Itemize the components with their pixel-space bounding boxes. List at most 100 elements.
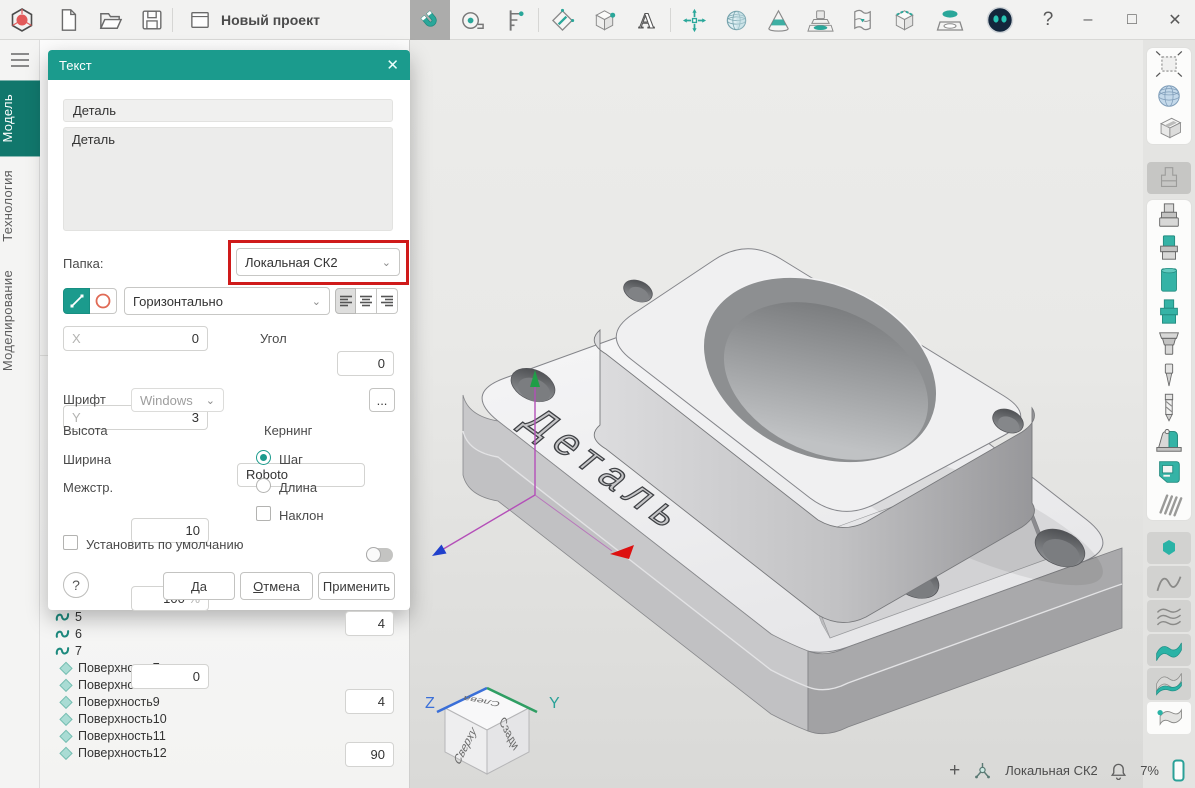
folder-dropdown[interactable]: Локальная СК2 ⌄ [236,248,400,276]
curve-button[interactable] [1147,566,1191,598]
dialog-titlebar[interactable]: Текст ✕ [48,50,410,80]
help-button[interactable]: ? [1028,0,1068,40]
sidebar-tab-modeling[interactable]: Моделирование [0,256,40,385]
assistant-button[interactable] [980,0,1020,40]
slant-checkbox[interactable] [256,506,271,521]
measure-tape-button[interactable] [452,0,492,40]
sketch-tool-button[interactable] [542,0,582,40]
circle-mode-button[interactable] [90,288,117,314]
app-logo[interactable] [2,0,42,40]
open-folder-icon [97,7,124,34]
close-button[interactable]: ✕ [1155,0,1195,40]
cylinder-step-button[interactable] [1147,200,1191,232]
waves-outline-button[interactable] [1147,600,1191,632]
default-checkbox[interactable] [63,535,78,550]
add-cs-button[interactable]: + [949,760,960,782]
cylinder-teal-step-button[interactable] [1147,296,1191,328]
cylinder-teal-top-button[interactable] [1147,232,1191,264]
view-cube[interactable]: Z Y Слева Сверху Сзади [415,650,575,788]
stitch-tool-button[interactable] [884,0,924,40]
sidebar-tab-technology[interactable]: Технология [0,156,40,256]
minimize-button[interactable]: – [1068,0,1108,40]
font-system-dropdown[interactable]: Windows ⌄ [131,388,224,412]
drill-bit-button[interactable] [1147,392,1191,424]
dialog-close-icon[interactable]: ✕ [386,56,399,74]
step-field[interactable]: 4 [345,611,394,636]
text-content-area[interactable]: Деталь [63,127,393,231]
width-label: Ширина [63,452,111,467]
height-label: Высота [63,423,108,438]
save-button[interactable] [132,0,172,40]
direction-dropdown[interactable]: Горизонтально ⌄ [124,287,330,315]
surface-sheet-button[interactable] [842,0,882,40]
feature-ghost-button[interactable] [1147,162,1191,194]
open-file-button[interactable] [90,0,130,40]
mold-tool-button[interactable] [930,0,970,40]
machine-a-icon [1154,425,1184,455]
linespace-field[interactable]: 0 [131,664,209,689]
kerning-toggle[interactable] [366,548,393,562]
x-field-placeholder: X [72,331,81,346]
dialog-help-button[interactable]: ? [63,572,89,598]
caliper-tool-button[interactable] [494,0,534,40]
align-left-button[interactable] [335,288,356,314]
wavy-sheet-icon [849,7,876,34]
align-center-button[interactable] [356,288,377,314]
magnet-tool-button[interactable] [410,0,450,40]
wave-teal-button[interactable] [1147,634,1191,666]
text-name-input[interactable] [63,99,393,122]
circle-icon [94,292,112,310]
maximize-button[interactable]: □ [1112,0,1152,40]
surface-icon [59,695,73,709]
active-cs-label[interactable]: Локальная СК2 [1005,763,1097,778]
machine-station-b-button[interactable] [1147,456,1191,488]
length-field[interactable]: 4 [345,689,394,714]
stock-bounds-button[interactable] [1147,48,1191,80]
slant-field[interactable]: 90 [345,742,394,767]
line-mode-button[interactable] [63,288,90,314]
platform-part-button[interactable] [800,0,840,40]
length-radio[interactable] [256,478,271,493]
move-tool-button[interactable] [674,0,714,40]
coordinate-system-icon[interactable] [973,761,992,780]
wave-duo-button[interactable] [1147,668,1191,700]
text-tool-button[interactable]: A [626,0,666,40]
menu-button[interactable] [0,40,39,80]
sphere-view-button[interactable] [1147,80,1191,112]
angle-field[interactable]: 0 [337,351,394,376]
machine-station-a-button[interactable] [1147,424,1191,456]
cone-tool-button[interactable] [758,0,798,40]
hatch-button[interactable] [1147,488,1191,520]
drill-small-icon [1158,361,1180,391]
apply-button[interactable]: Применить [318,572,395,600]
vertex-tool-button[interactable] [584,0,624,40]
sidebar-tab-model[interactable]: Модель [0,80,40,156]
tree-item[interactable]: Поверхность7 [40,659,409,676]
cylinder-teal-button[interactable] [1147,264,1191,296]
right-toolbar [1143,40,1195,788]
cancel-button[interactable]: Отмена [240,572,313,600]
x-coordinate-field[interactable]: X 0 [63,326,208,351]
length-label: Длина [279,480,317,495]
sphere-tool-button[interactable] [716,0,756,40]
tree-item[interactable]: 7 [40,642,409,659]
y-field-value: 3 [192,410,199,425]
open-box-button[interactable] [1147,112,1191,144]
new-file-button[interactable] [48,0,88,40]
flag-point-icon [1153,705,1185,731]
viewport-3d[interactable]: Деталь Z Y Слева Сверху Сзади [410,40,1143,788]
point-blob-button[interactable] [1147,532,1191,564]
bell-icon[interactable] [1110,762,1127,780]
flag-surface-button[interactable] [1147,702,1191,734]
surface-icon [59,746,73,760]
view-cube-y-label: Y [549,695,560,712]
document-tab[interactable]: Новый проект [178,0,330,40]
zoom-level[interactable]: 7% [1140,763,1159,778]
tree-item-label: 6 [75,627,82,641]
drill-small-button[interactable] [1147,360,1191,392]
align-right-button[interactable] [377,288,398,314]
step-radio[interactable] [256,450,271,465]
cone-step-button[interactable] [1147,328,1191,360]
ok-button[interactable]: Да [163,572,235,600]
font-more-button[interactable]: ... [369,388,395,412]
